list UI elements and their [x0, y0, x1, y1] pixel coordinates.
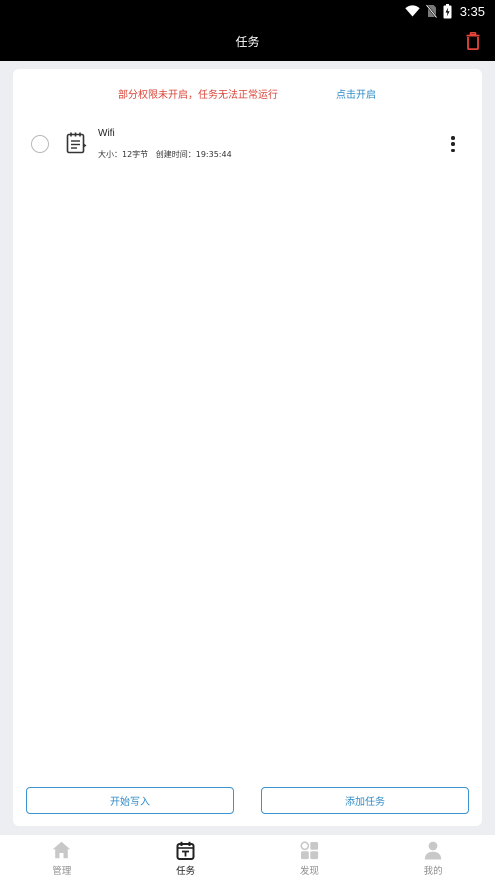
- bottom-nav: 管理 任务 发现 我的: [0, 835, 495, 880]
- no-sim-icon: [425, 4, 437, 18]
- task-created-time: 创建时间：19:35:44: [155, 150, 232, 159]
- user-icon: [424, 841, 442, 859]
- nav-label-profile: 我的: [423, 866, 443, 877]
- app-bar: 任务: [0, 22, 495, 61]
- nav-label-tasks: 任务: [176, 866, 196, 877]
- nav-label-manage: 管理: [52, 866, 72, 877]
- task-size: 大小：12字节: [98, 150, 149, 159]
- status-icons: 3:35: [404, 3, 485, 19]
- nav-item-manage[interactable]: 管理: [0, 835, 124, 880]
- task-card: 部分权限未开启，任务无法正常运行 点击开启 Wifi 大小：12字节 创建时间：…: [13, 69, 482, 826]
- home-icon: [53, 841, 71, 859]
- discover-icon: [300, 840, 318, 859]
- trash-icon: [466, 32, 480, 50]
- more-options-icon[interactable]: [444, 134, 462, 154]
- status-bar: 3:35: [0, 0, 495, 22]
- task-meta: 大小：12字节 创建时间：19:35:44: [98, 149, 237, 160]
- nav-label-discover: 发现: [299, 866, 319, 877]
- battery-charging-icon: [443, 3, 452, 18]
- add-task-button[interactable]: 添加任务: [261, 787, 469, 814]
- task-icon: [176, 841, 195, 860]
- task-name: Wifi: [98, 128, 115, 139]
- enable-permission-link[interactable]: 点击开启: [336, 86, 376, 101]
- wifi-icon: [404, 5, 420, 17]
- start-write-button[interactable]: 开始写入: [26, 787, 234, 814]
- delete-button[interactable]: [463, 30, 483, 52]
- page-title: 任务: [235, 35, 260, 49]
- nav-item-tasks[interactable]: 任务: [124, 835, 248, 880]
- task-list-item[interactable]: Wifi 大小：12字节 创建时间：19:35:44: [13, 119, 482, 169]
- permission-warning-text: 部分权限未开启，任务无法正常运行: [118, 90, 278, 101]
- status-time: 3:35: [459, 3, 485, 19]
- nav-item-profile[interactable]: 我的: [371, 835, 495, 880]
- nav-item-discover[interactable]: 发现: [248, 835, 372, 880]
- permission-warning: 部分权限未开启，任务无法正常运行 点击开启: [13, 86, 482, 102]
- notepad-icon: [66, 132, 87, 154]
- task-select-radio[interactable]: [31, 135, 49, 153]
